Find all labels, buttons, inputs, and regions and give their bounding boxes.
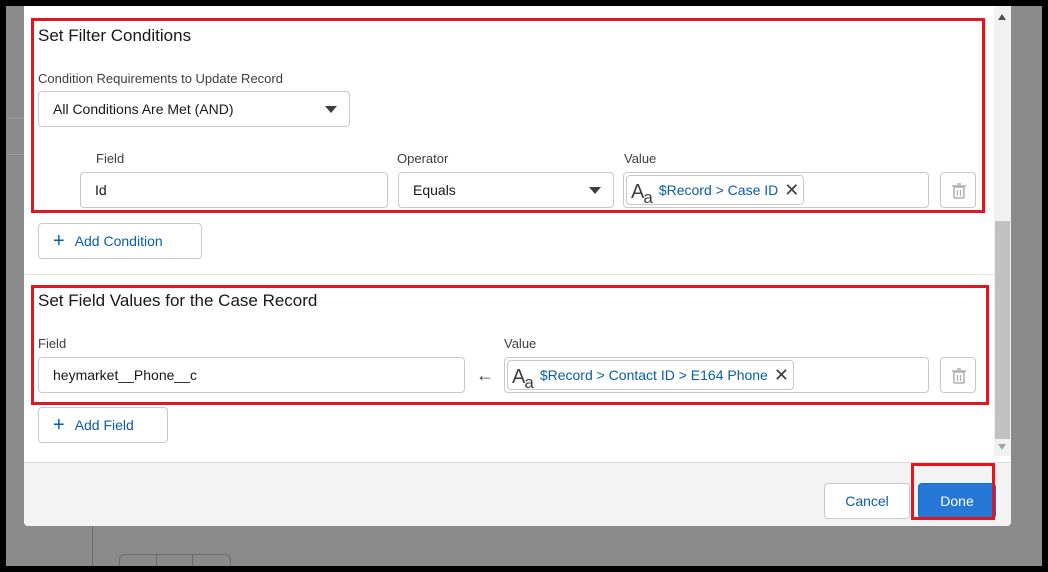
- delete-field-button[interactable]: [940, 357, 976, 393]
- add-condition-button[interactable]: + Add Condition: [38, 223, 202, 259]
- update-records-modal: Set Filter Conditions Condition Requirem…: [24, 6, 1011, 526]
- condition-field-value: Id: [95, 182, 107, 198]
- condition-value-label: Value: [624, 151, 657, 166]
- condition-field-input[interactable]: Id: [80, 172, 388, 208]
- scroll-down-icon[interactable]: [998, 444, 1006, 450]
- plus-icon: +: [53, 230, 65, 252]
- done-button[interactable]: Done: [918, 483, 996, 519]
- delete-condition-button[interactable]: [940, 172, 976, 208]
- field-value-value-label: Value: [504, 336, 537, 351]
- field-value-value-pill-label: $Record > Contact ID > E164 Phone: [539, 367, 768, 383]
- field-value-value-pill[interactable]: Aa $Record > Contact ID > E164 Phone ✕: [507, 360, 794, 392]
- field-value-field-input[interactable]: heymarket__Phone__c: [38, 357, 465, 393]
- background-tabs: [119, 554, 231, 566]
- background-divider: [6, 154, 26, 155]
- scrollbar-thumb[interactable]: [995, 221, 1010, 439]
- condition-operator-value: Equals: [413, 182, 456, 198]
- add-field-button[interactable]: + Add Field: [38, 407, 168, 443]
- trash-icon: [952, 183, 966, 199]
- add-field-label: Add Field: [74, 417, 134, 433]
- chevron-down-icon: [325, 106, 337, 113]
- screenshot-frame: Set Filter Conditions Condition Requirem…: [0, 0, 1048, 572]
- condition-field-label: Field: [96, 151, 125, 166]
- field-value-field-value: heymarket__Phone__c: [53, 367, 197, 383]
- field-value-value-input[interactable]: Aa $Record > Contact ID > E164 Phone ✕: [504, 357, 929, 393]
- plus-icon: +: [53, 414, 65, 436]
- text-type-icon: Aa: [512, 366, 534, 392]
- modal-body: Set Filter Conditions Condition Requirem…: [24, 6, 994, 456]
- condition-requirement-label: Condition Requirements to Update Record: [38, 71, 283, 86]
- field-value-field-label: Field: [38, 336, 67, 351]
- arrow-left-icon: ←: [476, 365, 494, 385]
- condition-operator-label: Operator: [397, 151, 449, 166]
- modal-footer: Cancel Done: [24, 462, 1011, 526]
- condition-value-pill-label: $Record > Case ID: [658, 182, 779, 198]
- field-values-section-title: Set Field Values for the Case Record: [38, 291, 318, 310]
- background-divider: [92, 526, 93, 566]
- trash-icon: [952, 368, 966, 384]
- chevron-down-icon: [589, 187, 601, 194]
- background-divider: [6, 118, 26, 119]
- add-condition-label: Add Condition: [74, 233, 163, 249]
- condition-value-pill[interactable]: Aa $Record > Case ID ✕: [626, 175, 805, 207]
- scroll-up-icon[interactable]: [998, 14, 1006, 20]
- close-icon[interactable]: ✕: [784, 181, 799, 199]
- section-divider: [24, 274, 994, 275]
- modal-scrollbar[interactable]: [994, 6, 1011, 456]
- text-type-icon: Aa: [631, 181, 653, 207]
- close-icon[interactable]: ✕: [774, 366, 789, 384]
- condition-value-input[interactable]: Aa $Record > Case ID ✕: [623, 172, 929, 208]
- filter-section-title: Set Filter Conditions: [38, 26, 192, 45]
- condition-operator-select[interactable]: Equals: [398, 172, 614, 208]
- cancel-button[interactable]: Cancel: [824, 483, 910, 519]
- condition-requirement-value: All Conditions Are Met (AND): [53, 101, 234, 117]
- condition-requirement-select[interactable]: All Conditions Are Met (AND): [38, 91, 350, 127]
